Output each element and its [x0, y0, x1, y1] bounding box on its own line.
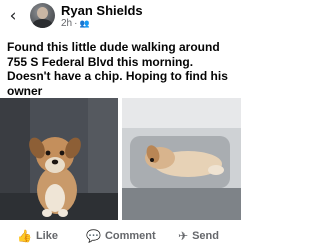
dog-in-car-illustration — [0, 98, 118, 220]
avatar-shoulders — [32, 19, 53, 28]
photo-dog-sleeping[interactable] — [122, 98, 241, 220]
post-header: ‹ Ryan Shields 2h · 👥 — [0, 0, 241, 36]
comment-button[interactable]: 💬 Comment — [86, 226, 156, 246]
comment-bubble-icon: 💬 — [86, 229, 101, 243]
meta-separator: · — [74, 18, 78, 29]
author-name[interactable]: Ryan Shields — [61, 3, 143, 18]
send-icon: ✈ — [178, 229, 189, 243]
like-label: Like — [35, 230, 58, 242]
friends-icon: 👥 — [79, 19, 90, 28]
photo-dog-in-car[interactable] — [0, 98, 118, 220]
post-age: 2h — [61, 18, 73, 29]
like-button[interactable]: 👍 Like — [17, 226, 58, 246]
post-meta: 2h · 👥 — [61, 18, 89, 29]
avatar[interactable] — [30, 3, 55, 28]
thumbs-up-icon: 👍 — [17, 229, 32, 243]
post-actions: 👍 Like 💬 Comment ✈ Send — [0, 222, 241, 250]
send-button[interactable]: ✈ Send — [178, 226, 219, 246]
post-text: Found this little dude walking around 75… — [7, 40, 228, 98]
dog-sleeping-illustration — [122, 98, 241, 220]
comment-label: Comment — [104, 230, 156, 242]
back-chevron-icon[interactable]: ‹ — [6, 6, 20, 26]
photo-grid — [0, 98, 241, 220]
avatar-face — [37, 7, 48, 19]
send-label: Send — [192, 230, 219, 242]
